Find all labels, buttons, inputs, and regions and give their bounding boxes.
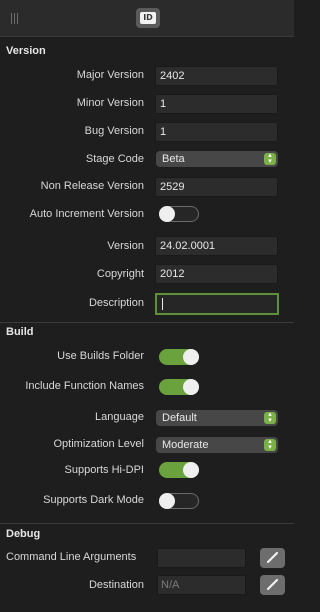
section-divider: [0, 322, 294, 323]
toggle-knob: [183, 379, 199, 395]
supports-dark-mode-label: Supports Dark Mode: [43, 494, 144, 506]
supports-hidpi-toggle[interactable]: [159, 462, 199, 478]
updown-chevron-icon: ▴ ▾: [264, 411, 276, 424]
toggle-knob: [183, 349, 199, 365]
major-version-field[interactable]: 2402: [155, 66, 278, 86]
drag-handle-icon[interactable]: [11, 13, 19, 24]
edit-command-line-button[interactable]: [260, 548, 285, 568]
updown-chevron-icon: ▴ ▾: [264, 152, 276, 165]
use-builds-folder-toggle[interactable]: [159, 349, 199, 365]
include-function-names-toggle[interactable]: [159, 379, 199, 395]
auto-increment-version-toggle[interactable]: [159, 206, 199, 222]
version-field[interactable]: 24.02.0001: [155, 236, 278, 256]
bug-version-label: Bug Version: [84, 125, 144, 137]
language-value: Default: [162, 412, 197, 424]
toggle-knob: [159, 206, 175, 222]
command-line-arguments-label: Command Line Arguments: [6, 551, 137, 563]
command-line-arguments-field[interactable]: [157, 548, 246, 568]
stage-code-label: Stage Code: [85, 153, 144, 165]
non-release-version-field[interactable]: 2529: [155, 177, 278, 197]
pencil-icon: [266, 578, 279, 591]
id-card-icon: ID: [140, 12, 156, 24]
supports-dark-mode-toggle[interactable]: [159, 493, 199, 509]
auto-increment-version-label: Auto Increment Version: [29, 208, 144, 220]
toggle-knob: [159, 493, 175, 509]
major-version-label: Major Version: [76, 69, 144, 81]
toggle-knob: [183, 462, 199, 478]
id-inspector-tab-button[interactable]: ID: [136, 8, 160, 28]
copyright-field[interactable]: 2012: [155, 264, 278, 284]
language-label: Language: [95, 411, 144, 423]
edit-destination-button[interactable]: [260, 575, 285, 595]
pencil-icon: [266, 551, 279, 564]
section-divider: [0, 523, 294, 524]
text-cursor: [162, 298, 163, 311]
section-title-build: Build: [6, 326, 34, 338]
non-release-version-label: Non Release Version: [40, 180, 144, 192]
supports-hidpi-label: Supports Hi-DPI: [64, 464, 144, 476]
version-label: Version: [107, 240, 144, 252]
bug-version-field[interactable]: 1: [155, 122, 278, 142]
use-builds-folder-label: Use Builds Folder: [57, 350, 144, 362]
stage-code-value: Beta: [162, 153, 185, 165]
optimization-level-select[interactable]: Moderate ▴ ▾: [156, 437, 278, 453]
destination-field[interactable]: N/A: [157, 575, 246, 595]
optimization-level-value: Moderate: [162, 439, 209, 451]
section-title-version: Version: [6, 45, 46, 57]
section-title-debug: Debug: [6, 528, 41, 540]
destination-label: Destination: [88, 579, 144, 591]
description-label: Description: [88, 297, 144, 309]
description-field[interactable]: [155, 293, 279, 315]
include-function-names-label: Include Function Names: [25, 380, 144, 392]
minor-version-field[interactable]: 1: [155, 94, 278, 114]
inspector-toolbar: ID: [0, 0, 294, 37]
stage-code-select[interactable]: Beta ▴ ▾: [156, 151, 278, 167]
minor-version-label: Minor Version: [76, 97, 144, 109]
updown-chevron-icon: ▴ ▾: [264, 438, 276, 451]
language-select[interactable]: Default ▴ ▾: [156, 410, 278, 426]
copyright-label: Copyright: [96, 268, 144, 280]
optimization-level-label: Optimization Level: [53, 438, 145, 450]
